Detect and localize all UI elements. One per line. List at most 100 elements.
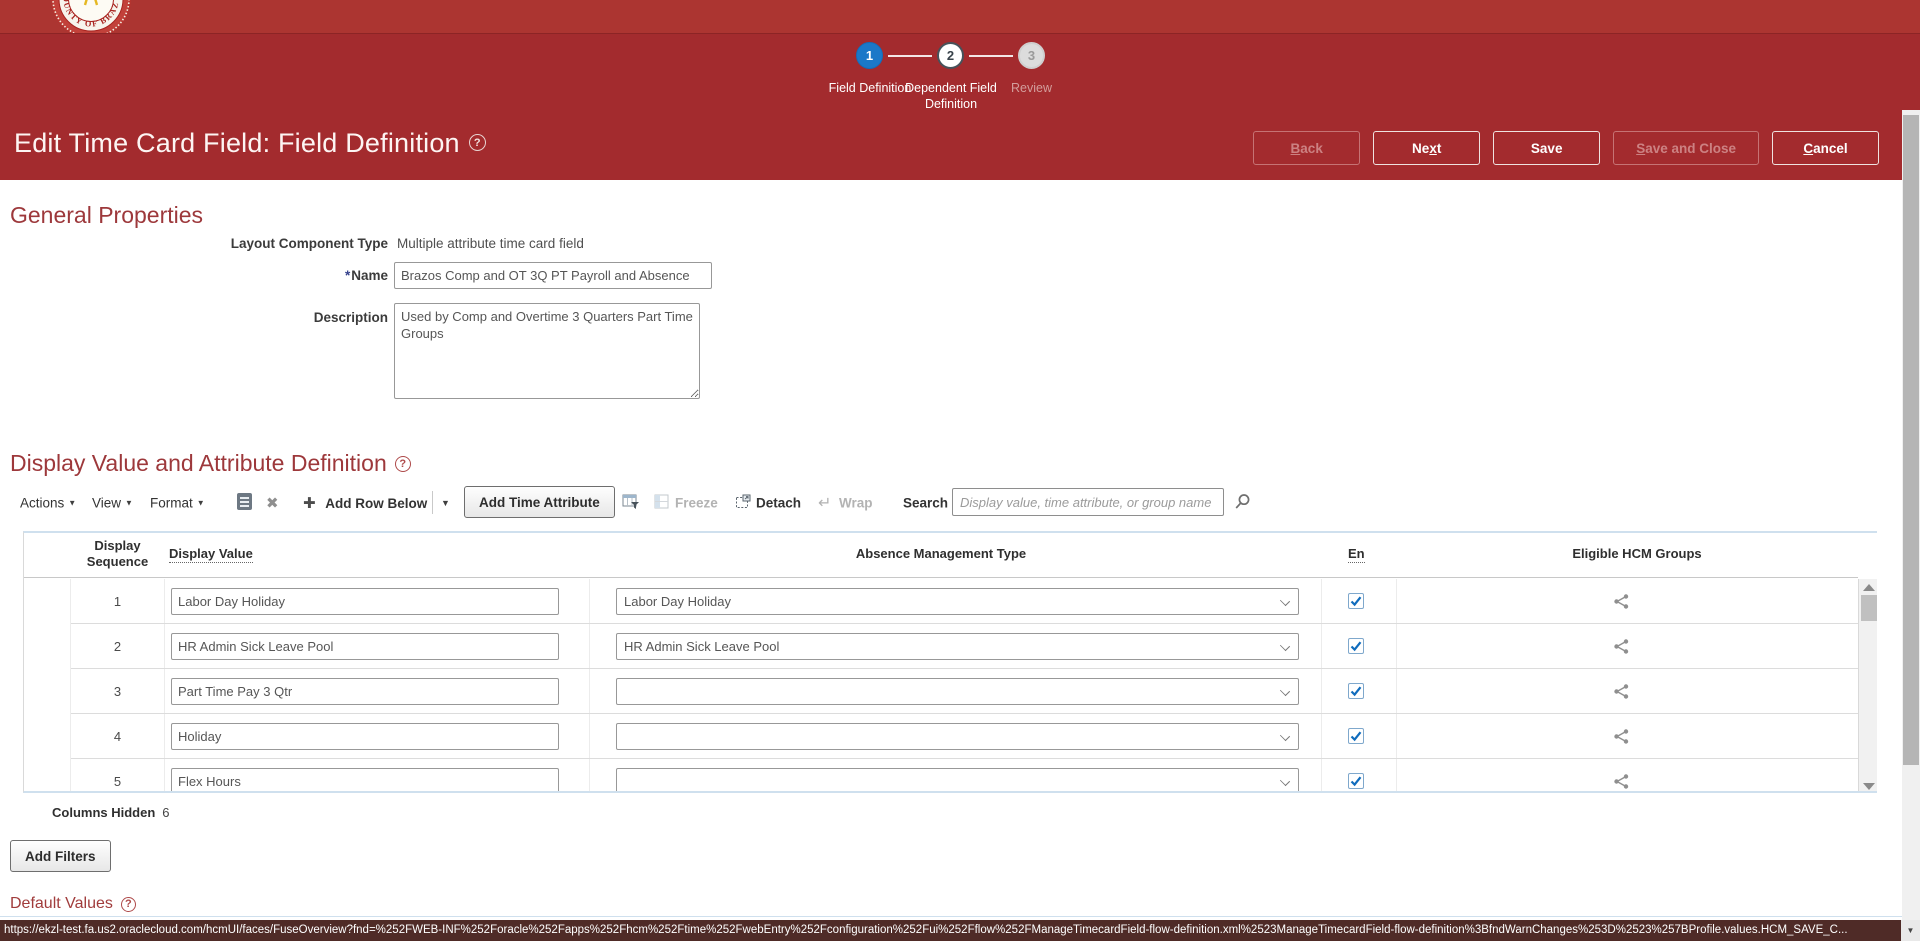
column-header-absence-management-type[interactable]: Absence Management Type	[566, 546, 1316, 561]
detach-button[interactable]: Detach	[756, 495, 801, 510]
page-help-icon[interactable]: ?	[468, 134, 486, 151]
table-body: 1 Labor Day Holiday 2 HR Admin Sick Leav…	[24, 579, 1858, 791]
eligible-hcm-groups-share-icon[interactable]	[1613, 638, 1630, 658]
table-scrollbar-thumb[interactable]	[1861, 595, 1877, 621]
view-menu[interactable]: View ▼	[92, 495, 133, 510]
general-properties-heading: General Properties	[10, 202, 204, 228]
display-value-section-heading: Display Value and Attribute Definition?	[10, 450, 411, 477]
absence-management-type-select[interactable]	[616, 768, 1299, 791]
eligible-hcm-groups-share-icon[interactable]	[1613, 728, 1630, 748]
add-filters-button[interactable]: Add Filters	[10, 840, 111, 872]
page-scrollbar[interactable]	[1902, 110, 1920, 920]
absence-management-type-select[interactable]	[616, 678, 1299, 705]
column-header-eligible-hcm-groups[interactable]: Eligible HCM Groups	[1396, 546, 1877, 561]
chevron-down-icon: ▼	[68, 498, 77, 507]
wizard-step-3-number: 3	[1027, 48, 1036, 63]
description-textarea[interactable]: Used by Comp and Overtime 3 Quarters Par…	[394, 303, 700, 399]
freeze-button: Freeze	[675, 495, 718, 510]
delete-row-icon[interactable]: ✖	[266, 494, 279, 512]
select-chevron-icon	[1279, 640, 1291, 652]
enabled-checkbox[interactable]	[1348, 728, 1364, 744]
default-values-help-icon[interactable]: ?	[120, 897, 136, 912]
required-asterisk: *	[344, 268, 351, 283]
description-label: Description	[313, 310, 388, 325]
search-label: Search	[903, 495, 949, 510]
chevron-down-icon: ▼	[125, 498, 133, 507]
cancel-button[interactable]: Cancel	[1772, 131, 1879, 165]
global-header-band: COUNTY OF BRAZOS	[0, 0, 1920, 39]
query-by-example-icon[interactable]	[622, 493, 639, 513]
table-header-row: Display Sequence Display Value Absence M…	[24, 533, 1858, 578]
name-input[interactable]	[394, 262, 712, 289]
add-time-attribute-button[interactable]: Add Time Attribute	[464, 486, 615, 518]
eligible-hcm-groups-share-icon[interactable]	[1613, 683, 1630, 703]
wizard-step-3-label: Review	[1011, 81, 1052, 95]
column-header-enabled[interactable]: En	[1348, 546, 1365, 563]
table-row[interactable]: 3	[24, 669, 1858, 714]
display-value-input[interactable]	[171, 678, 559, 705]
page-title-text: Edit Time Card Field: Field Definition	[14, 128, 460, 158]
wrap-icon: ↵	[818, 494, 832, 512]
display-sequence-cell: 2	[113, 639, 122, 654]
detach-icon	[735, 494, 751, 512]
scroll-up-icon[interactable]	[1863, 584, 1875, 591]
select-chevron-icon	[1279, 730, 1291, 742]
eligible-hcm-groups-share-icon[interactable]	[1613, 593, 1630, 613]
wizard-connector-1	[888, 55, 932, 57]
edit-time-card-field-page: COUNTY OF BRAZOS 1 2 3 Field Definition …	[0, 0, 1920, 941]
display-value-input[interactable]	[171, 588, 559, 615]
enabled-checkbox[interactable]	[1348, 773, 1364, 789]
wizard-step-1[interactable]: 1	[856, 42, 883, 69]
save-button[interactable]: Save	[1493, 131, 1601, 165]
browser-status-bar: https://ekzl-test.fa.us2.oraclecloud.com…	[0, 920, 1920, 941]
column-header-display-value[interactable]: Display Value	[169, 546, 253, 563]
default-values-heading: Default Values?	[10, 895, 136, 913]
enabled-checkbox[interactable]	[1348, 638, 1364, 654]
display-value-input[interactable]	[171, 723, 559, 750]
enabled-checkbox[interactable]	[1348, 683, 1364, 699]
table-row[interactable]: 4	[24, 714, 1858, 759]
search-input[interactable]	[952, 488, 1224, 516]
table-toolbar: Actions ▼ View ▼ Format ▼ ✖ ✚ Add Row Below…	[0, 486, 1877, 519]
actions-menu[interactable]: Actions ▼	[20, 495, 76, 510]
header-button-bar: Back Next Save Save and Close Cancel	[1253, 131, 1879, 165]
absence-management-type-select[interactable]: HR Admin Sick Leave Pool	[616, 633, 1299, 660]
format-menu[interactable]: Format ▼	[150, 495, 205, 510]
wizard-connector-2	[969, 55, 1013, 57]
wizard-step-2-number: 2	[946, 48, 955, 63]
display-values-table: Display Sequence Display Value Absence M…	[23, 531, 1877, 793]
scroll-down-icon[interactable]	[1863, 783, 1875, 790]
enabled-checkbox[interactable]	[1348, 593, 1364, 609]
layout-component-type-label: Layout Component Type	[230, 236, 388, 251]
section-divider	[0, 916, 1920, 917]
display-sequence-cell: 3	[113, 684, 122, 699]
back-button[interactable]: Back	[1253, 131, 1361, 165]
eligible-hcm-groups-share-icon[interactable]	[1613, 773, 1630, 791]
display-section-help-icon[interactable]: ?	[394, 456, 411, 472]
display-value-input[interactable]	[171, 633, 559, 660]
wizard-step-2[interactable]: 2	[937, 42, 964, 69]
select-chevron-icon	[1279, 775, 1291, 787]
select-chevron-icon	[1279, 595, 1291, 607]
search-icon[interactable]	[1234, 493, 1251, 513]
table-row[interactable]: 5	[24, 759, 1858, 791]
table-scrollbar[interactable]	[1858, 579, 1877, 791]
absence-management-type-select[interactable]	[616, 723, 1299, 750]
toolbar-divider	[432, 491, 433, 514]
column-header-display-sequence[interactable]: Display Sequence	[71, 538, 164, 570]
next-button[interactable]: Next	[1373, 131, 1481, 165]
page-scrollbar-thumb[interactable]	[1903, 115, 1919, 765]
name-label: *Name	[344, 268, 388, 283]
display-sequence-cell: 5	[113, 774, 122, 789]
wizard-step-3: 3	[1018, 42, 1045, 69]
wrap-button: Wrap	[839, 495, 873, 510]
add-row-dropdown-icon[interactable]: ▼	[441, 498, 450, 508]
table-row[interactable]: 1 Labor Day Holiday	[24, 579, 1858, 624]
absence-management-type-select[interactable]: Labor Day Holiday	[616, 588, 1299, 615]
add-row-below-button[interactable]: ✚ Add Row Below	[303, 494, 427, 512]
edit-row-icon[interactable]	[237, 492, 252, 513]
layout-component-type-value: Multiple attribute time card field	[397, 236, 584, 251]
save-and-close-button[interactable]: Save and Close	[1613, 131, 1759, 165]
table-row[interactable]: 2 HR Admin Sick Leave Pool	[24, 624, 1858, 669]
display-value-input[interactable]	[171, 768, 559, 791]
